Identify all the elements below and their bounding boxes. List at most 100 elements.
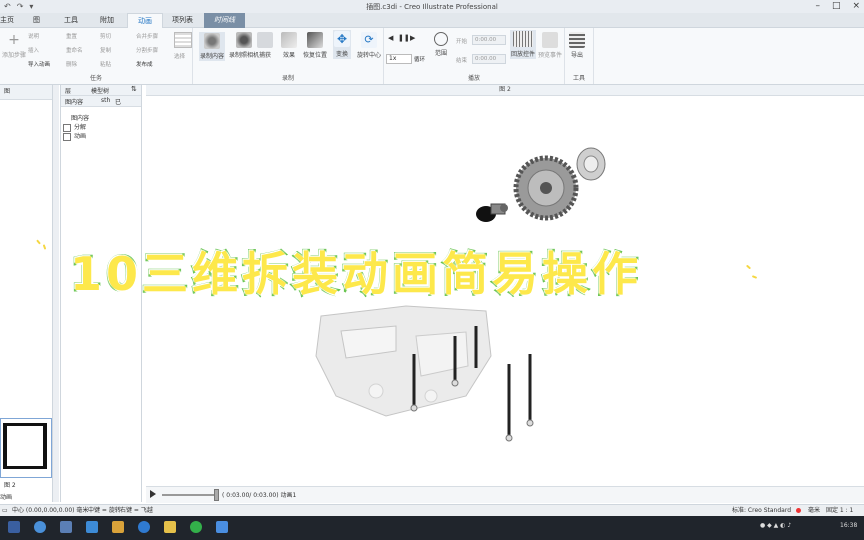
minimize-icon[interactable]: – xyxy=(815,1,820,11)
start-icon[interactable] xyxy=(8,521,20,533)
pulley-part xyxy=(576,147,606,181)
record-camera-button[interactable]: 录制照相机 xyxy=(229,32,259,59)
tab-sth[interactable]: sth xyxy=(101,97,110,104)
capture-button[interactable]: 捕获 xyxy=(257,32,273,59)
tab-item-list[interactable]: 项列表 xyxy=(172,15,193,25)
add-step-button[interactable]: + 添加步骤 xyxy=(2,32,26,59)
speed-select[interactable]: 1x xyxy=(386,54,412,64)
tab-tools[interactable]: 工具 xyxy=(64,15,78,25)
tools-group: 导出 工具 xyxy=(565,28,594,84)
select-button[interactable]: 选择 xyxy=(174,52,185,60)
time-readout: ( 0:03.00/ 0:03.00) 动画1 xyxy=(222,492,297,499)
export-icon xyxy=(569,32,585,48)
folder-icon[interactable] xyxy=(164,521,176,533)
record-group: 录制内容 录制照相机 捕获 效果 恢复位置 ✥ 变换 ⟳ 旋转中心 录制 xyxy=(193,28,384,84)
next-icon[interactable]: ▶ xyxy=(410,34,415,42)
pin-icon[interactable]: ⇅ xyxy=(131,85,137,93)
tree-header: 图内容 xyxy=(71,115,90,122)
clock: 16:38 xyxy=(840,522,858,529)
rotation-center-button[interactable]: ⟳ 旋转中心 xyxy=(357,32,381,59)
chat-icon[interactable] xyxy=(190,521,202,533)
describe-button[interactable]: 说明 xyxy=(28,32,39,40)
prev-icon[interactable]: ◀ xyxy=(388,34,393,42)
tab-view[interactable]: 图 xyxy=(33,15,40,25)
plus-icon: + xyxy=(6,32,22,48)
film-frame xyxy=(3,423,47,469)
figure-thumbnail[interactable] xyxy=(0,418,52,478)
gallery-icon[interactable] xyxy=(174,32,192,48)
app-icon[interactable] xyxy=(86,521,98,533)
timeline-track[interactable] xyxy=(162,494,217,496)
end-label: 结束 xyxy=(456,58,468,64)
restore-position-button[interactable]: 恢复位置 xyxy=(303,32,327,59)
tab-figure-content[interactable]: 图内容 xyxy=(65,97,83,106)
browser-icon[interactable] xyxy=(34,521,46,533)
tab-model-tree[interactable]: 模型树 xyxy=(91,86,109,95)
status-center: 中心 (0.00,0.00,0.00) 毫米 xyxy=(12,507,89,514)
tree-item[interactable]: 动画 xyxy=(63,132,86,141)
playback-bar: ( 0:03.00/ 0:03.00) 动画1 xyxy=(146,486,864,503)
tab-figure[interactable]: 图 xyxy=(4,88,10,95)
os-taskbar: ● ◆ ▲ ◐ ♪ 16:38 xyxy=(0,516,864,540)
import-animation-button[interactable]: 导入动画 xyxy=(28,60,50,68)
status-middle-mouse: 中键 = 旋转 xyxy=(88,507,121,514)
rename-button[interactable]: 重命名 xyxy=(66,46,83,54)
playback-controls-button[interactable]: 回放控件 xyxy=(510,30,537,59)
play-icon[interactable] xyxy=(150,490,156,498)
start-label: 开始 xyxy=(456,39,468,45)
preview-icon xyxy=(542,32,558,48)
ribbon-tabs: 主页 图 工具 附加 动画 项列表 时间线 xyxy=(0,13,864,30)
content-tree: 分解 动画 xyxy=(63,123,86,141)
record-indicator-icon xyxy=(796,508,801,513)
loop-toggle[interactable]: 循环 xyxy=(414,55,425,63)
tray-icons: ● ◆ ▲ ◐ ♪ xyxy=(760,522,792,529)
tab-existing[interactable]: 已 xyxy=(115,97,121,106)
end-field[interactable]: 0:00.00 xyxy=(472,54,506,64)
effects-button[interactable]: 效果 xyxy=(281,32,297,59)
publish-button[interactable]: 发布成 xyxy=(136,60,153,68)
tab-home[interactable]: 主页 xyxy=(0,15,14,25)
export-button[interactable]: 导出 xyxy=(569,32,585,59)
close-icon[interactable]: × xyxy=(852,1,860,11)
timeline-slider[interactable] xyxy=(214,489,219,501)
tab-timeline[interactable]: 时间线 xyxy=(204,13,245,29)
pause-icon[interactable]: ❚❚ xyxy=(398,34,410,42)
record-group-label: 录制 xyxy=(281,75,294,82)
camera-icon xyxy=(236,32,252,48)
app-icon[interactable] xyxy=(216,521,228,533)
play-group: ◀ ❚❚ ▶ 1x 循环 范围 开始 0:00.00 结束 0:00.00 回放… xyxy=(384,28,565,84)
tab-layers[interactable]: 层 xyxy=(65,86,71,95)
merge-steps-button[interactable]: 合并步骤 xyxy=(136,32,158,40)
status-icon: ▭ xyxy=(2,507,8,514)
record-content-button[interactable]: 录制内容 xyxy=(199,32,226,61)
tab-addons[interactable]: 附加 xyxy=(100,15,114,25)
start-field[interactable]: 0:00.00 xyxy=(472,35,506,45)
copy-button[interactable]: 复制 xyxy=(100,46,111,54)
preview-events-button[interactable]: 预览事件 xyxy=(538,32,562,59)
range-button[interactable]: 范围 xyxy=(434,32,448,57)
status-fixed: 固定 1 : 1 xyxy=(826,507,854,514)
transform-button[interactable]: ✥ 变换 xyxy=(333,30,351,59)
status-bar: ▭ 中心 (0.00,0.00,0.00) 毫米 中键 = 旋转 右键 = 飞越… xyxy=(0,504,864,516)
record-content-icon xyxy=(204,33,220,49)
cut-button[interactable]: 剪切 xyxy=(100,32,111,40)
delete-button[interactable]: 删除 xyxy=(66,60,77,68)
tree-item[interactable]: 分解 xyxy=(63,123,86,132)
shaft-part xyxy=(476,203,508,222)
reset-button[interactable]: 重置 xyxy=(66,32,77,40)
paste-button[interactable]: 粘贴 xyxy=(100,60,111,68)
status-standard: 标准: Creo Standard xyxy=(732,507,792,514)
split-steps-button[interactable]: 分割步骤 xyxy=(136,46,158,54)
rotation-center-icon: ⟳ xyxy=(361,32,377,48)
maximize-icon[interactable]: □ xyxy=(832,1,841,11)
insert-button[interactable]: 插入 xyxy=(28,46,39,54)
status-right-mouse: 右键 = 飞越 xyxy=(120,507,153,514)
animation-icon xyxy=(63,132,71,141)
app-icon[interactable] xyxy=(138,521,150,533)
viewport-header: 图 2 xyxy=(146,85,864,96)
housing-part xyxy=(315,305,492,417)
media-icon[interactable] xyxy=(112,521,124,533)
panel-bottom-label: 动画 xyxy=(0,494,13,501)
gear-part xyxy=(513,155,579,221)
app-icon[interactable] xyxy=(60,521,72,533)
